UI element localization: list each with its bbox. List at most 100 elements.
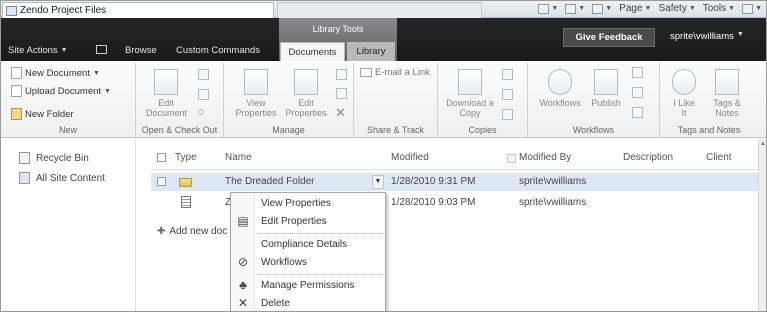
site-actions-label: Site Actions	[8, 45, 58, 56]
view-properties-button[interactable]: View Properties	[232, 69, 280, 118]
chevron-down-icon: ▼	[688, 5, 696, 12]
row-modified: 1/28/2010 9:03 PM	[391, 197, 476, 208]
version-history-icon[interactable]	[336, 69, 347, 80]
view-properties-icon	[244, 69, 268, 95]
chevron-down-icon: ▼	[60, 47, 68, 54]
folder-icon	[179, 178, 192, 187]
menu-separator	[257, 274, 383, 275]
column-modified-by[interactable]: Modified By	[519, 152, 571, 163]
page-menu-label: Page	[619, 3, 643, 14]
vertical-scrollbar[interactable]: ▲	[758, 139, 766, 311]
home-button[interactable]: ▼	[538, 3, 558, 14]
give-feedback-button[interactable]: Give Feedback	[563, 28, 655, 47]
row-name-link[interactable]: The Dreaded Folder	[225, 176, 315, 187]
menu-item-manage-permissions[interactable]: ♣ Manage Permissions	[231, 276, 385, 294]
tab-browse-label: Browse	[125, 45, 157, 56]
help-menu[interactable]: ▼	[742, 3, 762, 14]
download-copy-button[interactable]: Download a Copy	[444, 69, 496, 118]
new-document-button[interactable]: New Document ▼	[11, 67, 100, 79]
scroll-up-arrow-icon[interactable]: ▲	[760, 141, 766, 147]
row-modified: 1/28/2010 9:31 PM	[391, 176, 476, 187]
menu-item-view-properties[interactable]: View Properties	[231, 194, 385, 212]
column-name[interactable]: Name	[225, 152, 252, 163]
tab-library-label: Library	[356, 46, 386, 57]
library-tools-label: Library Tools	[312, 24, 364, 34]
folder-icon	[11, 108, 22, 120]
tools-menu-label: Tools	[702, 3, 727, 14]
workflows-icon	[548, 69, 572, 95]
column-modified[interactable]: Modified	[391, 152, 429, 163]
tags-notes-button[interactable]: Tags & Notes	[706, 69, 748, 118]
nav-all-site-content[interactable]: All Site Content	[19, 172, 105, 184]
menu-item-edit-properties[interactable]: ▤ Edit Properties	[231, 212, 385, 230]
row-modified-by-link[interactable]: sprite\vwilliams	[519, 197, 586, 208]
site-actions-menu[interactable]: Site Actions ▼	[8, 45, 68, 56]
discard-check-out-icon[interactable]	[198, 109, 204, 115]
browser-tab-empty[interactable]	[277, 2, 482, 18]
manage-copies-icon[interactable]	[502, 89, 513, 100]
tab-library[interactable]: Library	[347, 42, 395, 61]
tag-icon	[715, 69, 739, 95]
row-modified-by-link[interactable]: sprite\vwilliams	[519, 176, 586, 187]
chevron-down-icon: ▼	[736, 31, 744, 38]
publish-button[interactable]: Publish	[586, 69, 626, 108]
page-menu[interactable]: Page ▼	[619, 3, 651, 14]
upload-document-button[interactable]: Upload Document ▼	[11, 85, 111, 97]
edit-document-button[interactable]: Edit Document	[146, 69, 187, 118]
view-properties-label-1: View	[246, 98, 266, 108]
upload-document-icon	[11, 85, 22, 97]
publish-label: Publish	[591, 98, 621, 108]
give-feedback-label: Give Feedback	[575, 32, 643, 43]
menu-item-label: Manage Permissions	[261, 279, 355, 291]
menu-item-workflows[interactable]: ⊘ Workflows	[231, 253, 385, 271]
email-link-label: E-mail a Link	[375, 67, 430, 78]
menu-item-label: Delete	[261, 297, 290, 309]
go-to-source-icon[interactable]	[502, 109, 513, 120]
approve-reject-icon[interactable]	[632, 87, 643, 98]
column-type[interactable]: Type	[175, 152, 197, 163]
edit-properties-button[interactable]: Edit Properties	[282, 69, 330, 118]
workflows-label: Workflows	[539, 98, 581, 108]
tab-browse[interactable]: Browse	[125, 45, 157, 56]
document-permissions-icon[interactable]	[336, 88, 347, 99]
feeds-button[interactable]: ▼	[565, 3, 585, 14]
cancel-approval-icon[interactable]	[632, 107, 643, 118]
select-all-checkbox[interactable]	[157, 153, 166, 162]
navigate-up-button[interactable]	[96, 45, 107, 54]
send-to-icon[interactable]	[502, 69, 513, 80]
new-document-label: New Document	[25, 67, 90, 79]
menu-item-label: Workflows	[261, 256, 307, 268]
new-folder-label: New Folder	[25, 108, 74, 120]
i-like-it-button[interactable]: I Like It	[664, 69, 704, 118]
nav-recycle-bin[interactable]: Recycle Bin	[19, 152, 89, 164]
item-menu-chevron-icon[interactable]: ▼	[372, 175, 384, 189]
email-link-button[interactable]: E-mail a Link	[360, 67, 430, 78]
ribbon-group-label: Manage	[272, 125, 305, 135]
ribbon-group-new: New Document ▼ Upload Document ▼ New Fol…	[1, 63, 136, 138]
tab-custom-commands[interactable]: Custom Commands	[176, 45, 260, 56]
column-client[interactable]: Client	[706, 152, 732, 163]
safety-menu[interactable]: Safety ▼	[658, 3, 695, 14]
menu-item-delete[interactable]: ✕ Delete	[231, 294, 385, 311]
item-context-menu: View Properties ▤ Edit Properties Compli…	[230, 192, 386, 311]
thumbs-up-icon	[672, 69, 696, 95]
delete-document-icon[interactable]: ✕	[335, 105, 346, 121]
row-checkbox[interactable]	[157, 177, 166, 186]
column-description[interactable]: Description	[623, 152, 673, 163]
tools-menu[interactable]: Tools ▼	[703, 3, 735, 14]
check-out-icon[interactable]	[198, 69, 209, 80]
workflows-button[interactable]: Workflows	[538, 69, 582, 108]
new-document-icon	[11, 67, 22, 79]
check-in-icon[interactable]	[198, 89, 209, 100]
print-button[interactable]: ▼	[592, 3, 612, 14]
ribbon-group-workflows: Workflows Publish Workflows	[528, 63, 660, 138]
user-menu[interactable]: sprite\vwilliams ▼	[670, 31, 744, 42]
new-folder-button[interactable]: New Folder	[11, 108, 74, 120]
permissions-icon: ♣	[239, 278, 247, 292]
publish-icon	[594, 69, 618, 95]
menu-item-compliance-details[interactable]: Compliance Details	[231, 235, 385, 253]
unpublish-icon[interactable]	[632, 67, 643, 78]
browser-tab[interactable]: Zendo Project Files	[2, 2, 274, 18]
add-new-document-link[interactable]: ✚ Add new doc	[157, 226, 227, 237]
tab-documents[interactable]: Documents	[280, 42, 345, 61]
